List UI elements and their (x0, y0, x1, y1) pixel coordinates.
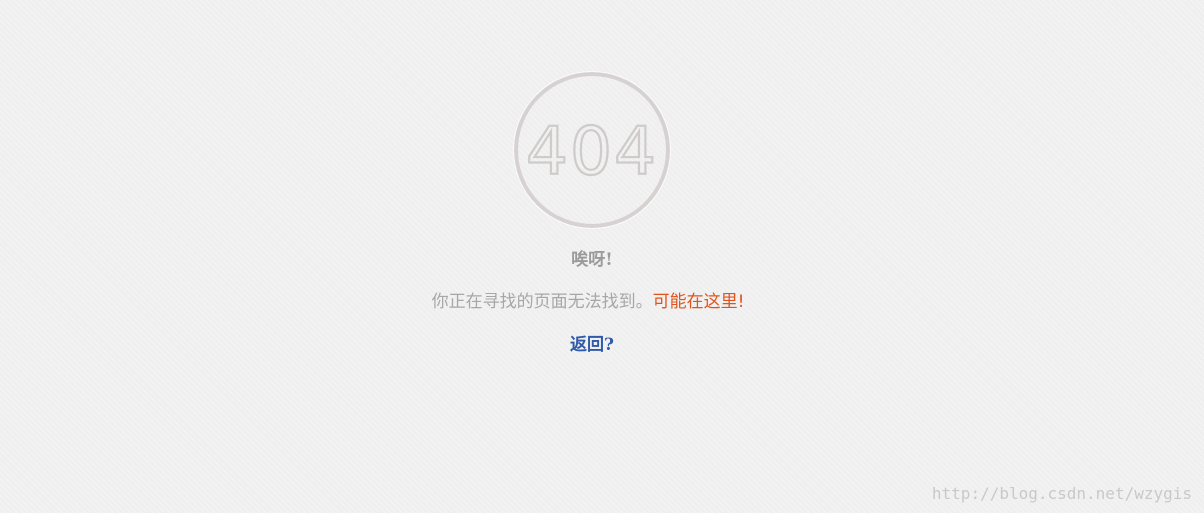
back-container: 返回? (0, 330, 1184, 355)
oops-heading: 唉呀! (571, 250, 613, 270)
not-found-text: 你正在寻找的页面无法找到。 (431, 292, 653, 312)
not-found-message: 你正在寻找的页面无法找到。可能在这里! (0, 287, 1176, 312)
watermark-url: http://blog.csdn.net/wzygis (931, 484, 1192, 503)
back-link[interactable]: 返回? (570, 335, 614, 355)
maybe-here-link[interactable]: 可能在这里! (653, 292, 745, 312)
badge-404-text: 404 (526, 113, 658, 190)
error-404-badge: 404 (512, 70, 672, 230)
